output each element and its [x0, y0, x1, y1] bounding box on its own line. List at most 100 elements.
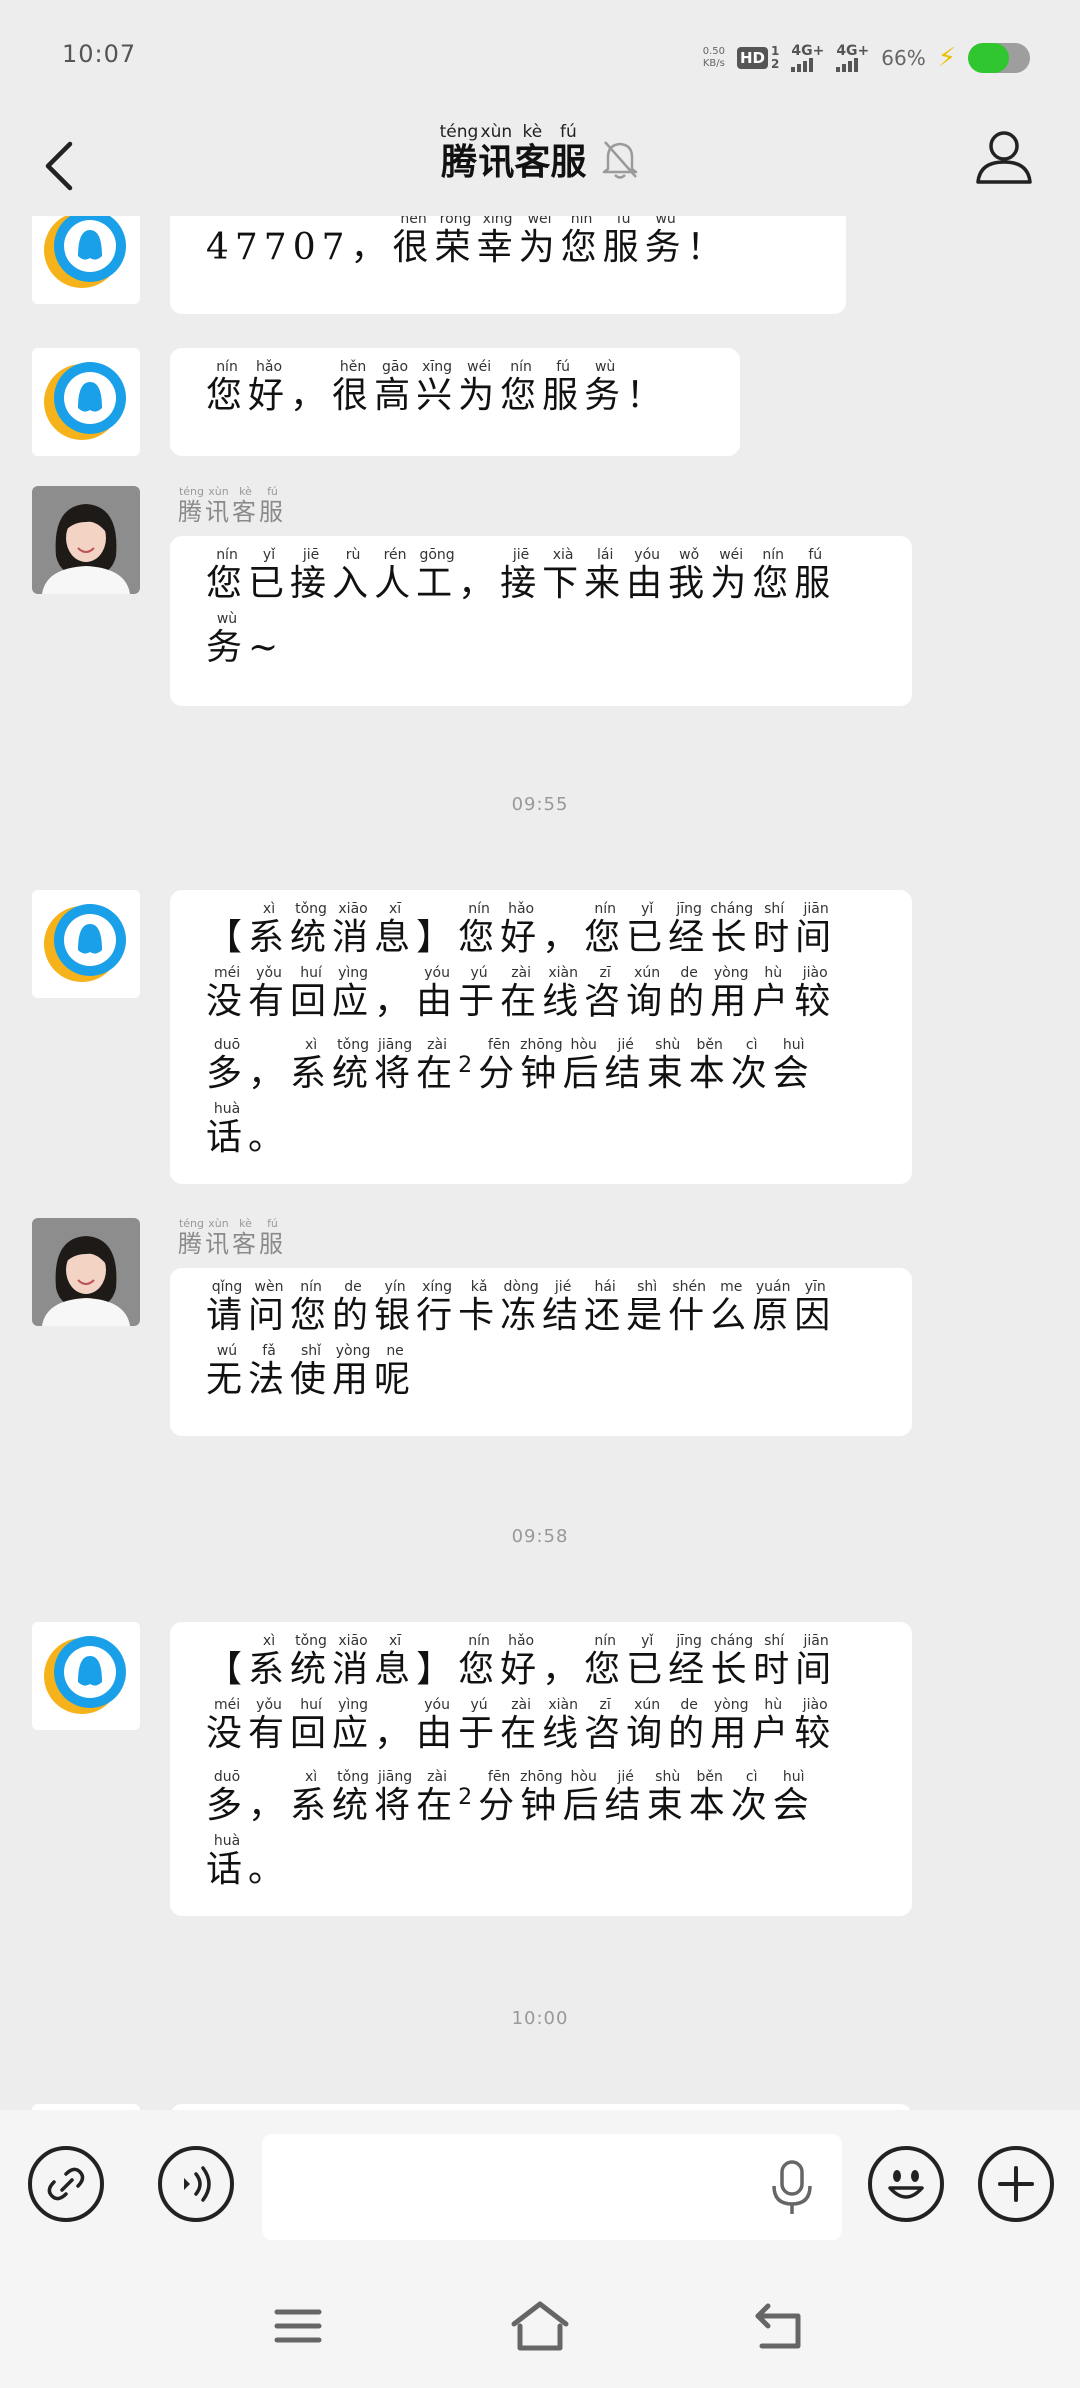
plain-text: 。	[248, 1117, 291, 1158]
plain-text: ，	[248, 1053, 291, 1094]
ruby-char: 您nín	[206, 359, 249, 416]
status-time: 10:07	[62, 40, 137, 68]
ruby-char: 回huí	[290, 965, 333, 1022]
ruby-char: 分fēn	[478, 1037, 521, 1094]
ruby-char: 有yǒu	[248, 965, 291, 1022]
message-bubble[interactable]: 您好，我是腾讯客服—— 47707，很hěn荣róng幸xìng为wéi您nín…	[170, 216, 846, 314]
message-input[interactable]	[262, 2134, 842, 2240]
ruby-char: 在zài	[500, 965, 543, 1022]
ruby-char: 束shù	[646, 1769, 689, 1826]
ruby-char: 客kè	[232, 1217, 259, 1258]
chat-title[interactable]: 腾téng讯xùn客kè服fú	[439, 122, 587, 185]
link-icon[interactable]	[28, 2146, 104, 2222]
ruby-char: 您nín	[206, 547, 249, 604]
ruby-char: 消xiāo	[332, 901, 375, 958]
ruby-char: 讯xùn	[205, 485, 232, 526]
plain-text: ~	[248, 627, 285, 668]
ruby-char: 腾téng	[178, 485, 205, 526]
ruby-char: 系xì	[248, 901, 291, 958]
ruby-char: 行xíng	[416, 1279, 459, 1336]
plain-text: ！	[626, 375, 669, 416]
ruby-char: 的de	[332, 1279, 375, 1336]
person-icon[interactable]	[972, 126, 1036, 190]
ruby-char: 为wéi	[710, 547, 753, 604]
ruby-char: 服fú	[794, 547, 837, 604]
plain-text: 】	[416, 1649, 459, 1690]
ruby-char: 讯xùn	[478, 122, 515, 183]
ruby-char: 经jīng	[668, 901, 711, 958]
ruby-char: 服fú	[542, 359, 585, 416]
ruby-char: 用yòng	[710, 965, 753, 1022]
message-bubble[interactable]: 您nín已yǐ接jiē入rù人rén工gōng，接jiē下xià来lái由yóu…	[170, 536, 912, 706]
ruby-char: 息xī	[374, 901, 417, 958]
system-message-bubble[interactable]: 【系xì统tǒng消xiāo息xī】您nín好hǎo，您nín已yǐ经jīng长…	[170, 890, 912, 1184]
ruby-char: 冻dòng	[500, 1279, 543, 1336]
ruby-char: 多duō	[206, 1037, 249, 1094]
ruby-char: 统tǒng	[332, 1769, 375, 1826]
ruby-char: 由yóu	[626, 547, 669, 604]
plain-text: 】	[416, 917, 459, 958]
system-nav-bar	[0, 2270, 1080, 2388]
message-bubble[interactable]: 您nín好hǎo，很hěn高gāo兴xīng为wéi您nín服fú务wù！	[170, 348, 740, 456]
ruby-char: 为wéi	[518, 216, 561, 268]
ruby-char: 次cì	[730, 1037, 773, 1094]
bell-off-icon	[600, 137, 640, 181]
input-bar	[0, 2110, 1080, 2270]
signal-icon-sim1: 4G+	[791, 44, 824, 72]
ruby-char: 话huà	[206, 1101, 249, 1158]
ruby-char: 于yú	[458, 1697, 501, 1754]
ruby-char: 线xiàn	[542, 1697, 585, 1754]
ruby-char: 高gāo	[374, 359, 417, 416]
ruby-char: 分fēn	[478, 1769, 521, 1826]
ruby-char: 咨zī	[584, 965, 627, 1022]
plus-icon[interactable]	[978, 2146, 1054, 2222]
timestamp: 09:55	[511, 794, 569, 815]
sender-name: 腾téng讯xùn客kè服fú	[178, 485, 286, 530]
menu-icon[interactable]	[268, 2296, 328, 2356]
timestamp: 09:58	[511, 1526, 569, 1547]
ruby-char: 为wéi	[458, 359, 501, 416]
ruby-char: 腾téng	[178, 1217, 205, 1258]
home-icon[interactable]	[510, 2296, 570, 2356]
ruby-char: 系xì	[248, 1633, 291, 1690]
ruby-char: 您nín	[458, 901, 501, 958]
ruby-char: 次cì	[730, 1769, 773, 1826]
ruby-char: 腾téng	[439, 122, 479, 183]
ruby-char: 消xiāo	[332, 1633, 375, 1690]
ruby-char: 已yǐ	[626, 901, 669, 958]
ruby-char: 问wèn	[248, 1279, 291, 1336]
ruby-char: 统tǒng	[290, 901, 333, 958]
mic-icon[interactable]	[768, 2158, 816, 2218]
emoji-icon[interactable]	[868, 2146, 944, 2222]
ruby-char: 的de	[668, 965, 711, 1022]
ruby-char: 讯xùn	[205, 1217, 232, 1258]
ruby-char: 人rén	[374, 547, 417, 604]
plain-text: ，	[542, 1649, 585, 1690]
ruby-char: 您nín	[500, 359, 543, 416]
voice-icon[interactable]	[158, 2146, 234, 2222]
plain-text: 【	[206, 917, 249, 958]
ruby-char: 来lái	[584, 547, 627, 604]
ruby-char: 时shí	[753, 901, 796, 958]
message-bubble[interactable]: 请qǐng问wèn您nín的de银yín行xíng卡kǎ冻dòng结jié还há…	[170, 1268, 912, 1436]
chat-list[interactable]: 您好，我是腾讯客服—— 47707，很hěn荣róng幸xìng为wéi您nín…	[0, 216, 1080, 2110]
ruby-char: 接jiē	[500, 547, 543, 604]
ruby-char: 什shén	[668, 1279, 711, 1336]
plain-text: ，	[290, 375, 333, 416]
ruby-char: 用yòng	[332, 1343, 375, 1400]
ruby-char: 长cháng	[710, 1633, 754, 1690]
system-message-bubble[interactable]: 【系xì统tǒng消xiāo息xī】您nín好hǎo，您nín已yǐ经jīng长…	[170, 1622, 912, 1916]
ruby-char: 用yòng	[710, 1697, 753, 1754]
ruby-char: 应yìng	[332, 1697, 375, 1754]
plain-text: ，	[248, 1785, 291, 1826]
ruby-char: 后hòu	[562, 1769, 605, 1826]
ruby-char: 还hái	[584, 1279, 627, 1336]
ruby-char: 您nín	[584, 901, 627, 958]
ruby-char: 没méi	[206, 965, 249, 1022]
ruby-char: 您nín	[584, 1633, 627, 1690]
ruby-char: 多duō	[206, 1769, 249, 1826]
back-nav-icon[interactable]	[750, 2296, 810, 2356]
ruby-char: 请qǐng	[206, 1279, 249, 1336]
ruby-char: 户hù	[752, 965, 795, 1022]
sender-name: 腾téng讯xùn客kè服fú	[178, 1217, 286, 1262]
